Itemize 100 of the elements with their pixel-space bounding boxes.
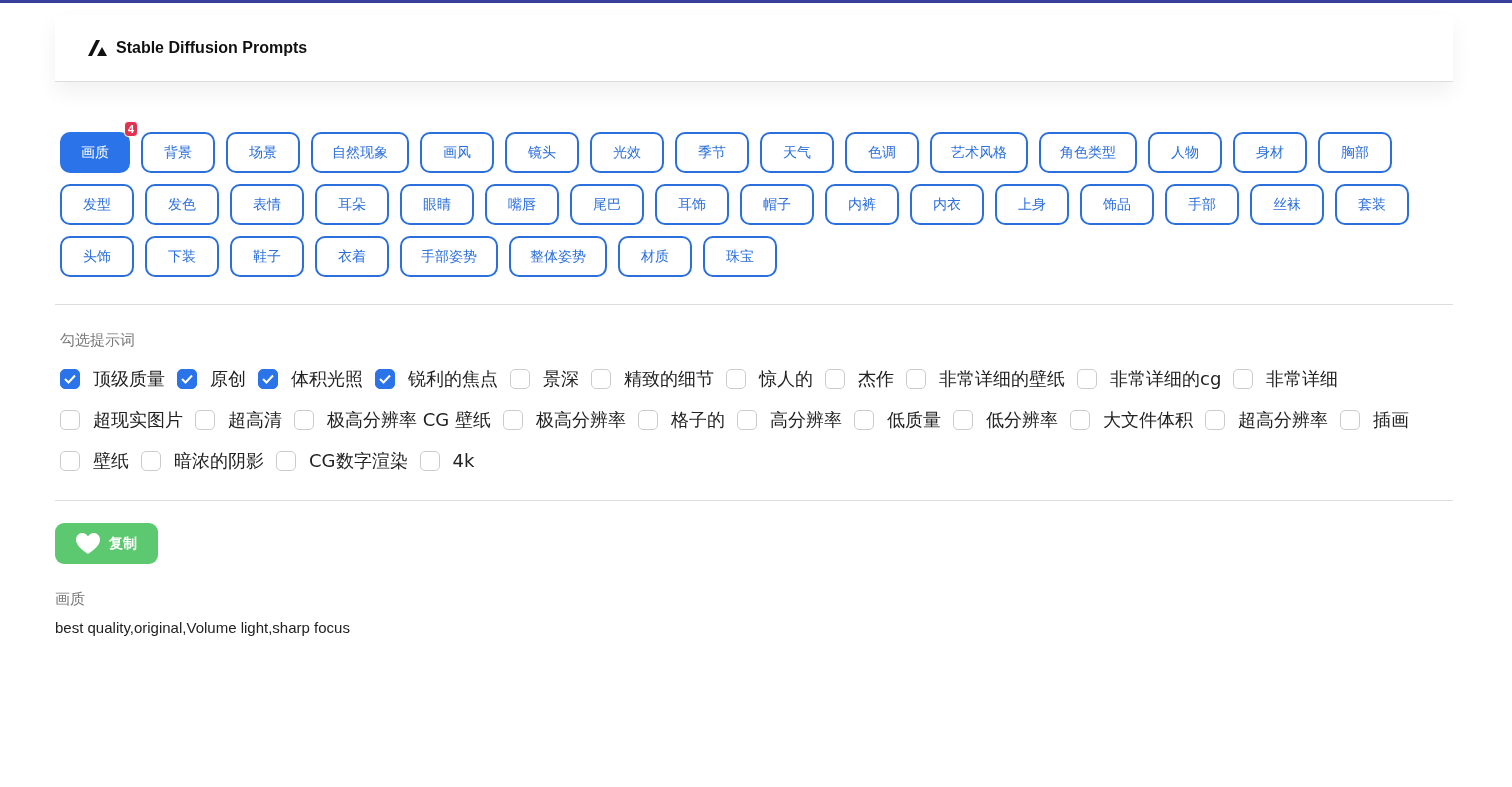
checkbox[interactable] (258, 368, 278, 389)
checkbox-label: 非常详细 (1266, 366, 1339, 391)
category-tab[interactable]: 画质 (60, 132, 130, 173)
check-icon (64, 373, 76, 384)
checkbox[interactable] (294, 409, 314, 430)
checkbox-label: 杰作 (858, 366, 894, 391)
checkbox[interactable] (1077, 368, 1097, 389)
checkbox[interactable] (195, 409, 215, 430)
category-tab[interactable]: 嘴唇 (485, 184, 559, 225)
app-title: Stable Diffusion Prompts (116, 39, 308, 57)
category-tab[interactable]: 角色类型 (1039, 132, 1137, 173)
checkbox[interactable] (906, 368, 926, 389)
checkbox[interactable] (375, 368, 395, 389)
checkbox-label: 暗浓的阴影 (174, 448, 264, 473)
checkbox-label: 景深 (543, 366, 579, 391)
checkbox-label: 格子的 (670, 407, 725, 432)
checkbox-label: 超现实图片 (93, 407, 183, 432)
checkbox[interactable] (825, 368, 845, 389)
checkbox-label: 大文件体积 (1102, 407, 1193, 432)
checkbox-label: 原创 (210, 366, 246, 391)
checkbox[interactable] (177, 368, 197, 389)
checkbox[interactable] (637, 409, 658, 430)
category-tab[interactable]: 耳饰 (655, 184, 729, 225)
checkbox[interactable] (591, 368, 611, 389)
category-tab[interactable]: 头饰 (60, 236, 134, 277)
category-tab[interactable]: 鞋子 (230, 236, 304, 277)
category-tab[interactable]: 尾巴 (570, 184, 644, 225)
checkbox[interactable] (141, 450, 161, 471)
category-tab[interactable]: 画风 (420, 132, 494, 173)
checkbox-label: 极高分辨率 CG 壁纸 (327, 407, 491, 432)
category-tab[interactable]: 眼睛 (400, 184, 474, 225)
category-tab[interactable]: 下装 (145, 236, 219, 277)
category-tab[interactable]: 天气 (760, 132, 834, 173)
category-tab[interactable]: 光效 (590, 132, 664, 173)
category-tab[interactable]: 胸部 (1318, 132, 1392, 173)
checkbox[interactable] (60, 409, 80, 430)
checkbox-label: 超高分辨率 (1237, 407, 1328, 432)
category-tab[interactable]: 镜头 (505, 132, 579, 173)
category-tab[interactable]: 背景 (141, 132, 215, 173)
checkbox-label: 超高清 (228, 407, 282, 432)
category-tab[interactable]: 饰品 (1080, 184, 1154, 225)
category-tab[interactable]: 发型 (60, 184, 134, 225)
checkbox[interactable] (276, 450, 296, 471)
category-tab[interactable]: 材质 (618, 236, 692, 277)
checkbox-label: 顶级质量 (93, 366, 165, 391)
checkbox-label: 惊人的 (759, 366, 813, 391)
checkbox[interactable] (60, 368, 80, 389)
category-tab[interactable]: 表情 (230, 184, 304, 225)
checkbox-label: 锐利的焦点 (408, 366, 498, 391)
category-tab[interactable]: 耳朵 (315, 184, 389, 225)
checkbox-label: 壁纸 (93, 448, 129, 473)
checkbox-label: 插画 (1372, 407, 1409, 432)
checkbox-label: 高分辨率 (769, 407, 842, 432)
checkbox[interactable] (1339, 409, 1360, 430)
checkbox[interactable] (419, 450, 440, 471)
category-tab[interactable]: 珠宝 (703, 236, 777, 277)
category-tab[interactable]: 套装 (1335, 184, 1409, 225)
checkbox[interactable] (502, 409, 523, 430)
checkbox[interactable] (510, 368, 530, 389)
prompt-text: best quality,original,Volume light,sharp focus (55, 619, 351, 636)
category-tab[interactable]: 艺术风格 (930, 132, 1028, 173)
category-tab[interactable]: 身材 (1233, 132, 1307, 173)
category-tab[interactable]: 帽子 (740, 184, 814, 225)
checkbox-label: 极高分辨率 (535, 407, 626, 432)
checkbox[interactable] (60, 450, 80, 471)
check-icon (181, 373, 193, 384)
category-tab[interactable]: 人物 (1148, 132, 1222, 173)
category-tab[interactable]: 丝袜 (1250, 184, 1324, 225)
category-tab[interactable]: 内裤 (825, 184, 899, 225)
checkbox-label: 精致的细节 (624, 366, 714, 391)
category-tab[interactable]: 手部姿势 (400, 236, 498, 277)
category-tab[interactable]: 自然现象 (311, 132, 409, 173)
checkbox-label: 4k (452, 450, 475, 471)
count-badge: 4 (123, 121, 138, 137)
checkbox[interactable] (736, 409, 757, 430)
category-tab[interactable]: 季节 (675, 132, 749, 173)
category-tab[interactable]: 场景 (226, 132, 300, 173)
check-icon (379, 373, 391, 384)
checkbox-label: 非常详细的cg (1110, 366, 1222, 391)
category-tab[interactable]: 内衣 (910, 184, 984, 225)
checkbox[interactable] (952, 409, 973, 430)
category-tab[interactable]: 手部 (1165, 184, 1239, 225)
category-tab[interactable]: 色调 (845, 132, 919, 173)
checkbox-label: 低质量 (886, 407, 941, 432)
checkbox-label: 非常详细的壁纸 (939, 366, 1065, 391)
checkbox[interactable] (853, 409, 874, 430)
section-title: 勾选提示词 (60, 331, 136, 350)
checkbox-label: 体积光照 (291, 366, 363, 391)
checkbox[interactable] (1069, 409, 1090, 430)
checkbox-label: CG数字渲染 (309, 448, 408, 473)
category-tab[interactable]: 发色 (145, 184, 219, 225)
checkbox[interactable] (1204, 409, 1225, 430)
logo-icon (88, 40, 108, 56)
category-tab[interactable]: 整体姿势 (509, 236, 607, 277)
heart-icon (76, 532, 100, 555)
checkbox[interactable] (726, 368, 746, 389)
category-label: 画质 (55, 590, 86, 609)
category-tab[interactable]: 上身 (995, 184, 1069, 225)
checkbox[interactable] (1233, 368, 1254, 389)
category-tab[interactable]: 衣着 (315, 236, 389, 277)
